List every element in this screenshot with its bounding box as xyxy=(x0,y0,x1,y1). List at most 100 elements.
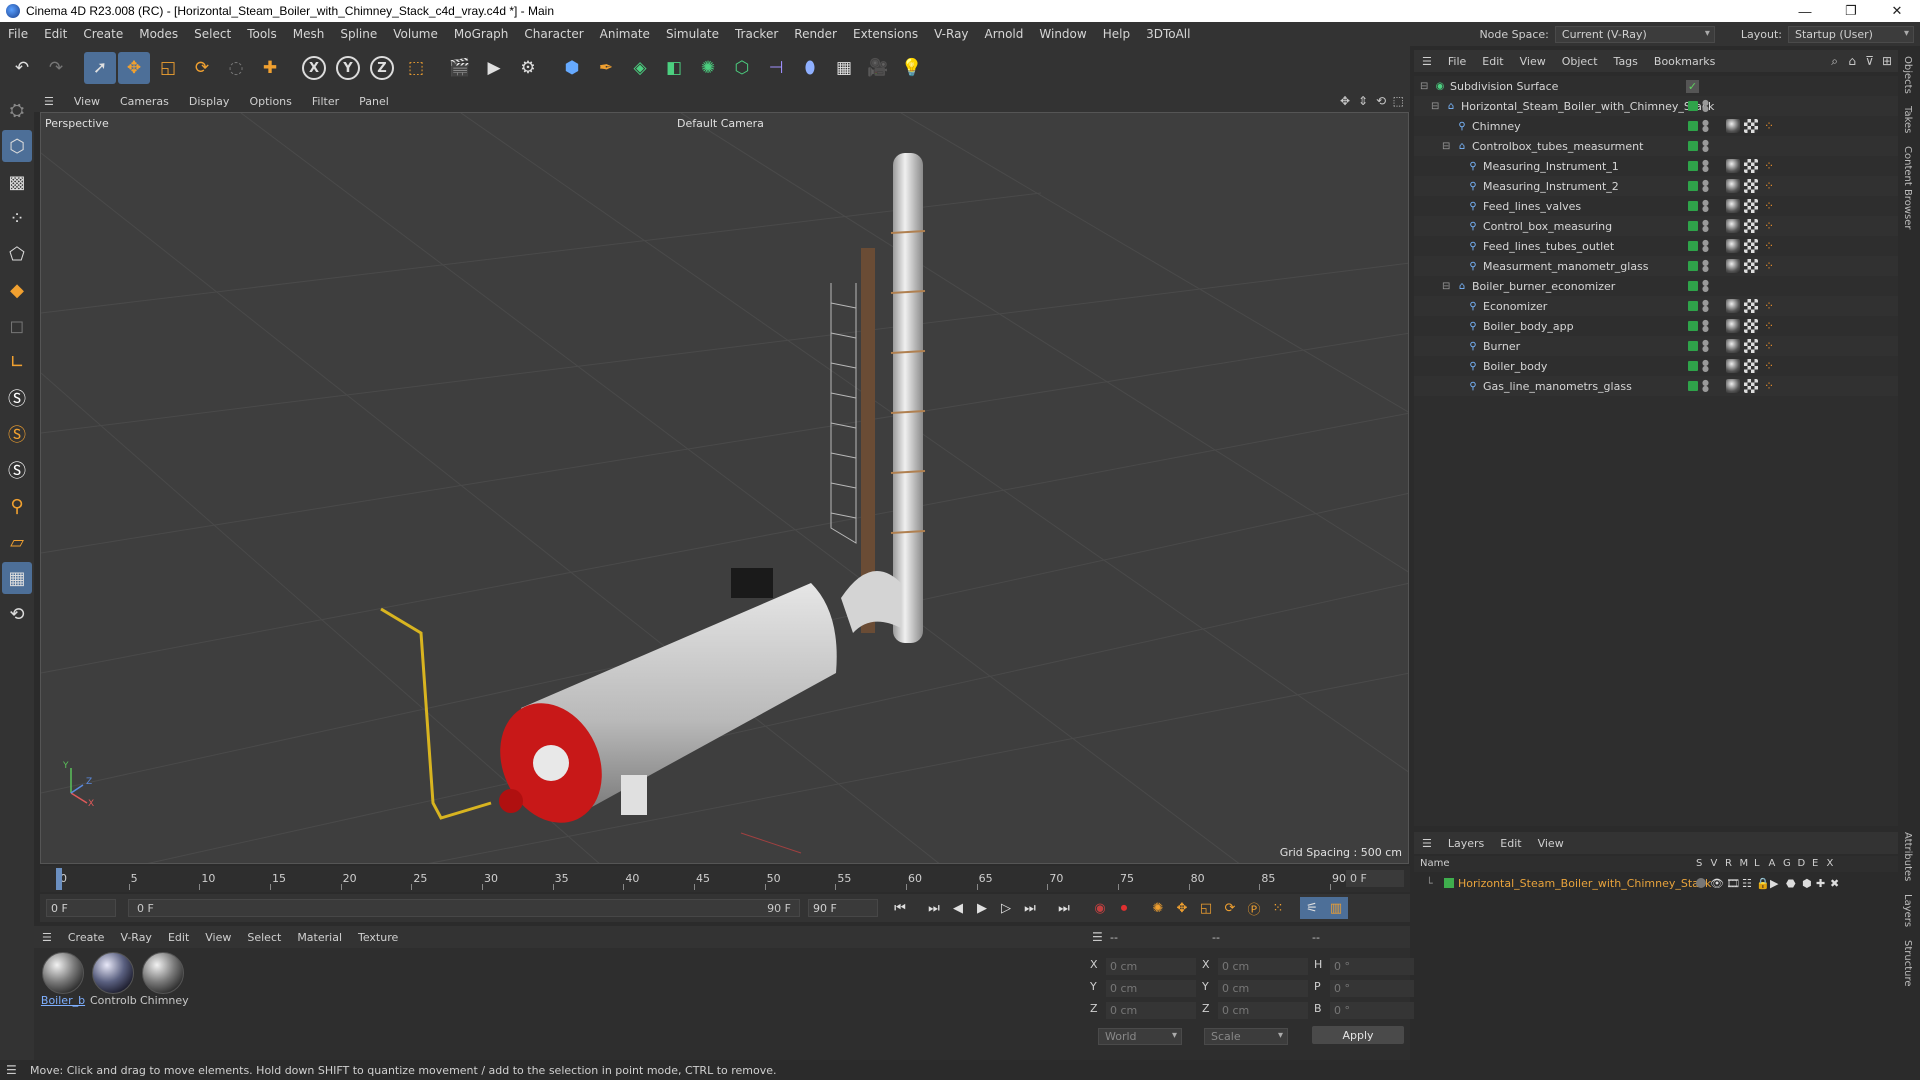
phong-tag-icon[interactable]: ⁘ xyxy=(1762,219,1776,233)
texture-tag-icon[interactable] xyxy=(1744,259,1758,273)
pan-view-icon[interactable]: ✥ xyxy=(1340,94,1350,108)
material-menu-select[interactable]: Select xyxy=(239,931,289,944)
active-camera-label[interactable]: Default Camera xyxy=(677,117,764,130)
texture-tag-icon[interactable] xyxy=(1744,239,1758,253)
layer-flag-header[interactable]: M xyxy=(1740,858,1749,869)
texture-mode-icon[interactable]: ▩ xyxy=(2,166,32,198)
light-icon[interactable]: 💡 xyxy=(896,52,928,84)
expand-toggle-icon[interactable]: ⊟ xyxy=(1420,81,1430,92)
render-view-icon[interactable]: 🎬 xyxy=(444,52,476,84)
menu-modes[interactable]: Modes xyxy=(131,27,186,41)
object-menu-tags[interactable]: Tags xyxy=(1606,55,1646,68)
material-tag-icon[interactable] xyxy=(1726,259,1740,273)
motion-clip-icon[interactable]: ▥ xyxy=(1324,897,1348,919)
render-settings-icon[interactable]: ⚙ xyxy=(512,52,544,84)
prev-frame-icon[interactable]: ◀ xyxy=(946,897,970,919)
viewport-menu-view[interactable]: View xyxy=(64,95,110,108)
x-axis-lock-icon[interactable]: X xyxy=(298,52,330,84)
object-row[interactable]: ⚲ Measuring_Instrument_1 ● ● ⁘ xyxy=(1414,156,1898,176)
3d-viewport[interactable]: Perspective Default Camera Y X Z Grid Sp… xyxy=(40,112,1409,864)
object-row[interactable]: ⚲ Feed_lines_tubes_outlet ● ● ⁘ xyxy=(1414,236,1898,256)
material-swatch[interactable]: Boiler_b xyxy=(40,952,86,1007)
texture-tag-icon[interactable] xyxy=(1744,179,1758,193)
dolly-view-icon[interactable]: ⇕ xyxy=(1358,94,1368,108)
magnet-icon[interactable]: ⚲ xyxy=(2,490,32,522)
layer-color-indicator[interactable] xyxy=(1688,361,1698,371)
object-row[interactable]: ⚲ Feed_lines_valves ● ● ⁘ xyxy=(1414,196,1898,216)
layer-flag-header[interactable]: V xyxy=(1711,858,1718,869)
menu-select[interactable]: Select xyxy=(186,27,239,41)
layer-flag-header[interactable]: G xyxy=(1783,858,1791,869)
side-tab-takes[interactable]: Takes xyxy=(1902,106,1913,133)
rotate-view-icon[interactable]: ⟲ xyxy=(1376,94,1386,108)
field-icon[interactable]: ⬮ xyxy=(794,52,826,84)
workplane-icon[interactable]: ▱ xyxy=(2,526,32,558)
object-row[interactable]: ⊟ ◉ Subdivision Surface ✓ xyxy=(1414,76,1898,96)
camera-icon[interactable]: 🎥 xyxy=(862,52,894,84)
layer-flag-header[interactable]: E xyxy=(1812,858,1818,869)
layer-xref-icon[interactable]: ✖ xyxy=(1830,877,1839,890)
rotation-p-field[interactable]: 0 ° xyxy=(1330,980,1420,997)
size-x-field[interactable]: 0 cm xyxy=(1218,958,1308,975)
object-menu-file[interactable]: File xyxy=(1440,55,1474,68)
material-swatch[interactable]: Controlb xyxy=(90,952,137,1007)
keyframe-selection-icon[interactable]: ✺ xyxy=(1146,897,1170,919)
scale-tool-icon[interactable]: ◱ xyxy=(152,52,184,84)
play-icon[interactable]: ▶ xyxy=(970,897,994,919)
position-z-field[interactable]: 0 cm xyxy=(1106,1002,1196,1019)
side-tab-content-browser[interactable]: Content Browser xyxy=(1902,146,1913,229)
cloner-icon[interactable]: ✺ xyxy=(692,52,724,84)
menu-3dtoall[interactable]: 3DToAll xyxy=(1138,27,1198,41)
layer-solo-icon[interactable] xyxy=(1696,878,1706,888)
object-row[interactable]: ⚲ Boiler_body_app ● ● ⁘ xyxy=(1414,316,1898,336)
timeline-dopesheet-icon[interactable]: ⚟ xyxy=(1300,897,1324,919)
object-row[interactable]: ⚲ Measurment_manometr_glass ● ● ⁘ xyxy=(1414,256,1898,276)
visibility-dots-icon[interactable]: ● ● xyxy=(1702,219,1709,233)
phong-tag-icon[interactable]: ⁘ xyxy=(1762,179,1776,193)
visibility-dots-icon[interactable]: ● ● xyxy=(1702,299,1709,313)
position-key-icon[interactable]: ✥ xyxy=(1170,897,1194,919)
menu-create[interactable]: Create xyxy=(75,27,131,41)
menu-render[interactable]: Render xyxy=(786,27,845,41)
menu-mesh[interactable]: Mesh xyxy=(285,27,333,41)
generator-enabled-checkbox[interactable]: ✓ xyxy=(1686,79,1699,93)
visibility-dots-icon[interactable]: ● ● xyxy=(1702,239,1709,253)
timeline-ruler[interactable]: 0 5 10 15 20 25 30 35 40 45 50 55 60 65 70 75 80 85 90 0 F xyxy=(40,866,1410,892)
coordinate-system-icon[interactable]: ✚ xyxy=(254,52,286,84)
object-menu-edit[interactable]: Edit xyxy=(1474,55,1511,68)
phong-tag-icon[interactable]: ⁘ xyxy=(1762,199,1776,213)
subdivision-generator-icon[interactable]: ◈ xyxy=(624,52,656,84)
close-button[interactable]: ✕ xyxy=(1874,0,1920,22)
viewport-menu-display[interactable]: Display xyxy=(179,95,240,108)
menu-window[interactable]: Window xyxy=(1031,27,1094,41)
material-hamburger-icon[interactable]: ☰ xyxy=(34,931,60,944)
material-tag-icon[interactable] xyxy=(1726,339,1740,353)
snap-icon[interactable]: Ⓢ xyxy=(2,382,32,414)
layer-generators-icon[interactable]: ⬣ xyxy=(1786,877,1796,890)
layer-menu-layers[interactable]: Layers xyxy=(1440,837,1492,850)
side-tab-objects[interactable]: Objects xyxy=(1902,56,1913,94)
rotation-h-field[interactable]: 0 ° xyxy=(1330,958,1420,975)
layer-menu-edit[interactable]: Edit xyxy=(1492,837,1529,850)
points-mode-icon[interactable]: ⁘ xyxy=(2,202,32,234)
object-row[interactable]: ⚲ Burner ● ● ⁘ xyxy=(1414,336,1898,356)
object-row[interactable]: ⚲ Measuring_Instrument_2 ● ● ⁘ xyxy=(1414,176,1898,196)
grid-icon[interactable]: ▦ xyxy=(2,562,32,594)
layer-hamburger-icon[interactable]: ☰ xyxy=(1414,837,1440,850)
material-swatch[interactable]: Chimney xyxy=(140,952,189,1007)
layer-color-indicator[interactable] xyxy=(1688,241,1698,251)
menu-arnold[interactable]: Arnold xyxy=(977,27,1032,41)
phong-tag-icon[interactable]: ⁘ xyxy=(1762,239,1776,253)
viewport-menu-panel[interactable]: Panel xyxy=(349,95,399,108)
phong-tag-icon[interactable]: ⁘ xyxy=(1762,339,1776,353)
layer-flag-header[interactable]: S xyxy=(1696,858,1702,869)
object-row[interactable]: ⚲ Economizer ● ● ⁘ xyxy=(1414,296,1898,316)
layer-flag-header[interactable]: A xyxy=(1769,858,1776,869)
render-to-picture-viewer-icon[interactable]: ▶ xyxy=(478,52,510,84)
phong-tag-icon[interactable]: ⁘ xyxy=(1762,359,1776,373)
menu-tools[interactable]: Tools xyxy=(239,27,285,41)
frame-range-slider[interactable]: 0 F 90 F xyxy=(128,899,800,917)
end-frame-field[interactable]: 90 F xyxy=(808,899,878,917)
texture-tag-icon[interactable] xyxy=(1744,379,1758,393)
phong-tag-icon[interactable]: ⁘ xyxy=(1762,159,1776,173)
